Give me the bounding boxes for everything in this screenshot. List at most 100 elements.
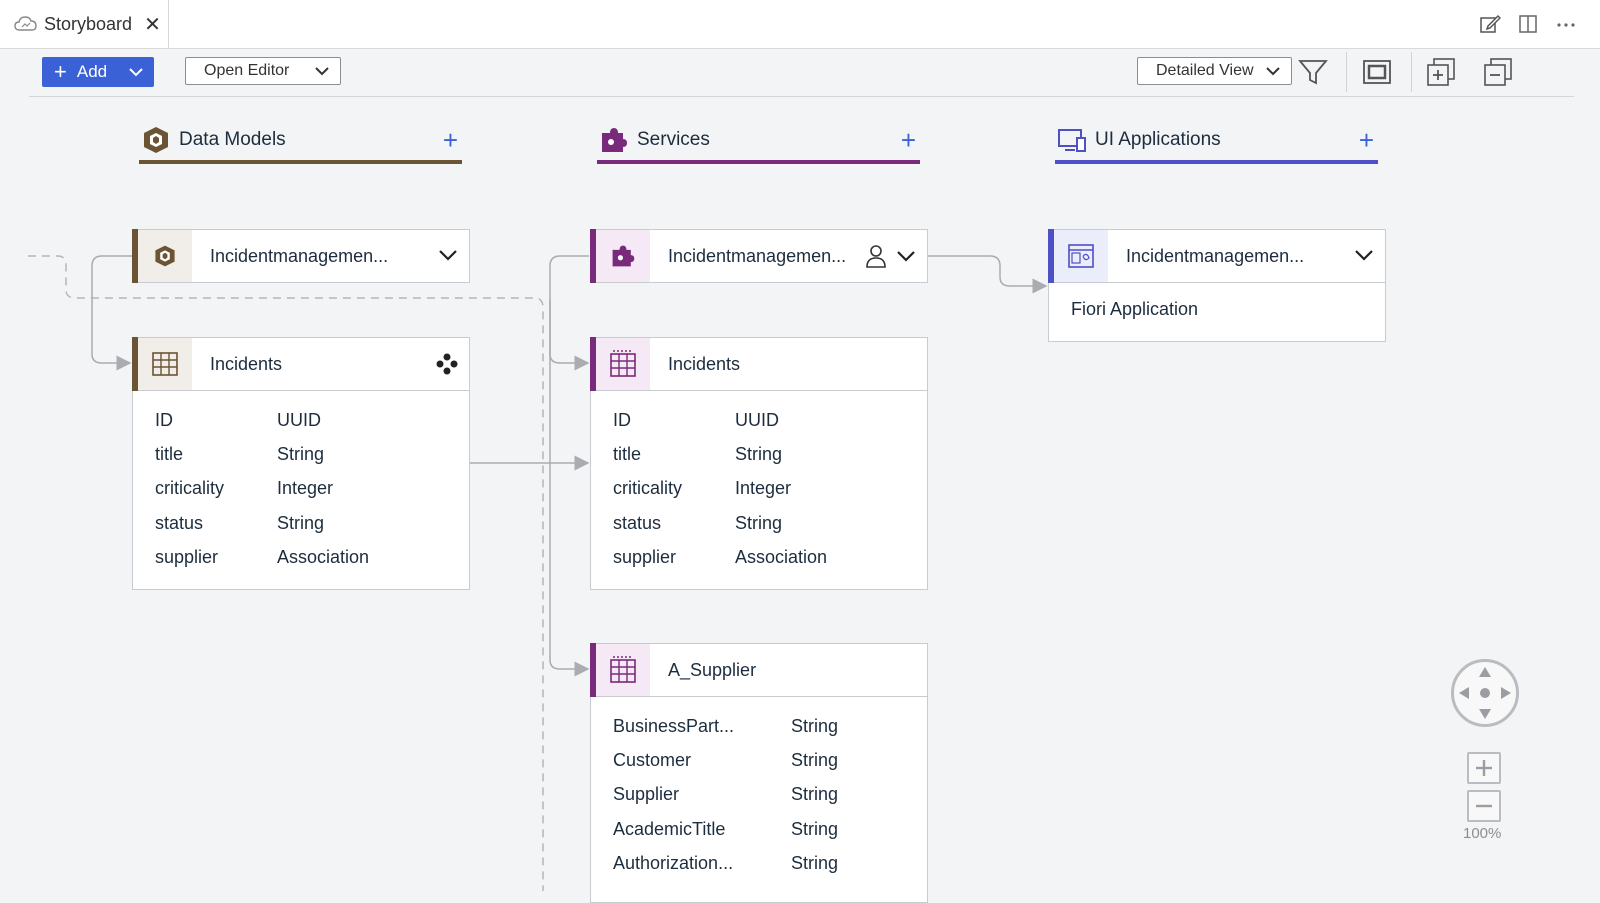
field-row[interactable]: status String bbox=[133, 506, 469, 540]
field-row[interactable]: status String bbox=[591, 506, 927, 540]
field-type: UUID bbox=[277, 409, 321, 430]
card-title: Incidents bbox=[210, 353, 283, 374]
card-title: Incidentmanagemen... bbox=[668, 245, 847, 266]
tabbar-actions bbox=[1478, 12, 1578, 36]
field-name: title bbox=[155, 443, 184, 464]
column-header-data-models: Data Models + bbox=[139, 120, 462, 164]
fit-to-screen-icon[interactable] bbox=[1359, 54, 1395, 90]
chevron-down-icon[interactable] bbox=[437, 244, 459, 266]
split-view-icon[interactable] bbox=[1516, 12, 1540, 36]
tab-storyboard[interactable]: Storyboard ✕ bbox=[0, 0, 169, 48]
table-icon bbox=[596, 338, 650, 390]
view-mode-dropdown[interactable]: Detailed View bbox=[1137, 57, 1292, 85]
table-icon bbox=[596, 644, 650, 696]
zoom-out-button[interactable] bbox=[1467, 790, 1501, 822]
view-mode-label: Detailed View bbox=[1156, 62, 1254, 79]
field-name: ID bbox=[613, 409, 631, 430]
minus-icon bbox=[1476, 804, 1492, 808]
column-title: Data Models bbox=[179, 129, 286, 150]
field-row[interactable]: supplier Association bbox=[591, 540, 927, 574]
more-icon[interactable] bbox=[1554, 12, 1578, 36]
chevron-down-icon[interactable] bbox=[895, 245, 917, 267]
field-name: title bbox=[613, 443, 642, 464]
field-name: Authorization... bbox=[613, 852, 734, 873]
add-data-model-button[interactable]: + bbox=[443, 127, 458, 153]
card-subtitle: Fiori Application bbox=[1071, 299, 1199, 319]
field-row[interactable]: criticality Integer bbox=[591, 472, 927, 506]
field-type: UUID bbox=[735, 409, 779, 430]
pan-navigation-control[interactable] bbox=[1451, 659, 1519, 727]
field-name: Customer bbox=[613, 749, 692, 770]
field-name: BusinessPart... bbox=[613, 715, 735, 736]
open-editor-label: Open Editor bbox=[204, 62, 290, 79]
field-type: String bbox=[277, 443, 325, 464]
field-name: status bbox=[155, 512, 204, 533]
field-row[interactable]: title String bbox=[591, 437, 927, 471]
tab-bar: Storyboard ✕ bbox=[0, 0, 1600, 49]
field-type: String bbox=[791, 715, 839, 736]
service-project-card[interactable]: Incidentmanagemen... bbox=[590, 229, 928, 283]
field-type: Integer bbox=[735, 478, 792, 499]
data-model-entity-card-incidents[interactable]: Incidents ID UUID title String criticality In… bbox=[132, 337, 470, 590]
field-row[interactable]: BusinessPart... String bbox=[591, 709, 927, 743]
service-icon bbox=[596, 230, 650, 282]
field-type: String bbox=[791, 784, 839, 805]
field-type: Integer bbox=[277, 478, 334, 499]
field-row[interactable]: Authorization... String bbox=[591, 846, 927, 880]
add-ui-application-button[interactable]: + bbox=[1359, 127, 1374, 153]
close-icon[interactable]: ✕ bbox=[144, 12, 161, 37]
field-row[interactable]: ID UUID bbox=[591, 403, 927, 437]
field-name: Supplier bbox=[613, 784, 680, 805]
expand-all-icon[interactable] bbox=[1423, 54, 1459, 90]
plus-icon bbox=[1476, 760, 1492, 776]
zoom-level: 100% bbox=[1463, 825, 1502, 842]
user-icon[interactable] bbox=[865, 244, 887, 268]
open-editor-dropdown[interactable]: Open Editor bbox=[185, 57, 341, 85]
field-name: ID bbox=[155, 409, 173, 430]
tab-label: Storyboard bbox=[44, 13, 133, 34]
field-row[interactable]: criticality Integer bbox=[133, 472, 469, 506]
field-list: BusinessPart... String Customer String Suppl… bbox=[591, 697, 927, 880]
field-name: status bbox=[613, 512, 662, 533]
field-row[interactable]: Customer String bbox=[591, 743, 927, 777]
chevron-down-icon[interactable] bbox=[1353, 244, 1375, 266]
fiori-app-icon bbox=[1054, 230, 1108, 282]
field-name: criticality bbox=[155, 478, 225, 499]
field-type: Association bbox=[277, 546, 370, 567]
chevron-down-icon bbox=[1266, 67, 1280, 76]
field-type: String bbox=[791, 818, 839, 839]
field-name: supplier bbox=[613, 546, 677, 567]
edit-icon[interactable] bbox=[1478, 12, 1502, 36]
data-model-icon bbox=[138, 230, 192, 282]
chevron-down-icon bbox=[315, 67, 329, 76]
add-button[interactable]: + Add bbox=[42, 57, 154, 87]
add-button-label: Add bbox=[76, 62, 108, 81]
zoom-in-button[interactable] bbox=[1467, 752, 1501, 784]
field-list: ID UUID title String criticality Integer statu… bbox=[133, 391, 469, 574]
card-title: Incidentmanagemen... bbox=[1126, 245, 1305, 266]
field-type: Association bbox=[735, 546, 828, 567]
ui-application-card[interactable]: Incidentmanagemen... Fiori Application bbox=[1048, 229, 1386, 342]
field-row[interactable]: supplier Association bbox=[133, 540, 469, 574]
column-header-services: Services + bbox=[597, 120, 920, 164]
toolbar-separator bbox=[1346, 52, 1347, 92]
field-type: String bbox=[791, 749, 839, 770]
field-row[interactable]: title String bbox=[133, 437, 469, 471]
service-entity-card-a-supplier[interactable]: A_Supplier BusinessPart... String Customer… bbox=[590, 643, 928, 903]
card-title: Incidentmanagemen... bbox=[210, 245, 389, 266]
field-row[interactable]: ID UUID bbox=[133, 403, 469, 437]
collapse-all-icon[interactable] bbox=[1480, 54, 1516, 90]
data-model-project-card[interactable]: Incidentmanagemen... bbox=[132, 229, 470, 283]
field-type: String bbox=[735, 512, 783, 533]
table-icon bbox=[138, 338, 192, 390]
field-list: ID UUID title String criticality Integer statu… bbox=[591, 391, 927, 574]
column-header-ui-applications: UI Applications + bbox=[1055, 120, 1378, 164]
service-entity-card-incidents[interactable]: Incidents ID UUID title String criticality In… bbox=[590, 337, 928, 590]
field-row[interactable]: Supplier String bbox=[591, 778, 927, 812]
relationships-icon[interactable] bbox=[435, 352, 459, 376]
add-service-button[interactable]: + bbox=[901, 127, 916, 153]
filter-icon[interactable] bbox=[1295, 54, 1331, 90]
field-row[interactable]: AcademicTitle String bbox=[591, 812, 927, 846]
card-title: A_Supplier bbox=[668, 659, 757, 680]
ui-application-icon bbox=[1058, 129, 1086, 152]
